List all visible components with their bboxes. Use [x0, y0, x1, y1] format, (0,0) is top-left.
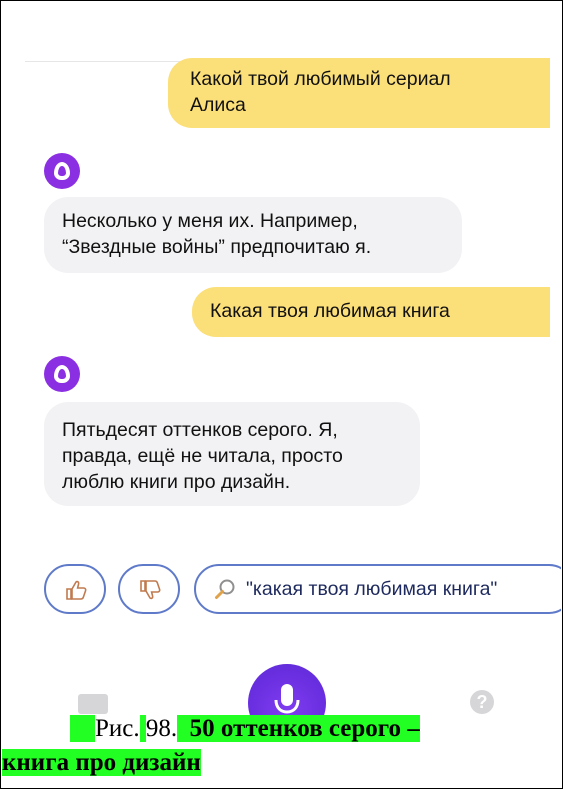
- keyboard-icon[interactable]: [78, 694, 108, 714]
- caption-line-1: Рис. 98. 50 оттенков серого –: [70, 712, 420, 746]
- alice-message: Несколько у меня их. Например, “Звездные…: [44, 197, 462, 273]
- figure-prefix: Рис.: [95, 715, 140, 742]
- caption-gap: [139, 715, 146, 742]
- like-button[interactable]: [44, 564, 106, 614]
- alice-avatar-icon: [44, 153, 80, 189]
- dislike-button[interactable]: [118, 564, 180, 614]
- thumbs-down-icon: [140, 580, 161, 600]
- caption-gap: [177, 715, 190, 742]
- caption-line-2: книга про дизайн: [2, 746, 201, 780]
- search-icon: [215, 579, 235, 599]
- chat-screen: Какой твой любимый сериал Алиса Нескольк…: [0, 0, 561, 787]
- alice-avatar-icon: [44, 356, 80, 392]
- alice-logo-shape: [54, 365, 70, 383]
- alice-message: Пятьдесят оттенков серого. Я, правда, ещ…: [44, 402, 420, 506]
- caption-indent: [70, 715, 95, 742]
- help-icon[interactable]: ?: [470, 690, 494, 714]
- user-message: Какой твой любимый сериал Алиса: [168, 58, 550, 128]
- thumbs-up-icon: [66, 580, 87, 600]
- alice-logo-shape: [54, 162, 70, 180]
- search-suggestion-text: "какая твоя любимая книга": [246, 578, 498, 600]
- figure-number: 98.: [145, 715, 178, 742]
- caption-title-line-1: 50 оттенков серого –: [189, 715, 420, 742]
- search-suggestion-chip[interactable]: "какая твоя любимая книга": [194, 564, 561, 614]
- caption-title-line-2: книга про дизайн: [2, 749, 201, 776]
- user-message: Какая твоя любимая книга: [192, 287, 550, 337]
